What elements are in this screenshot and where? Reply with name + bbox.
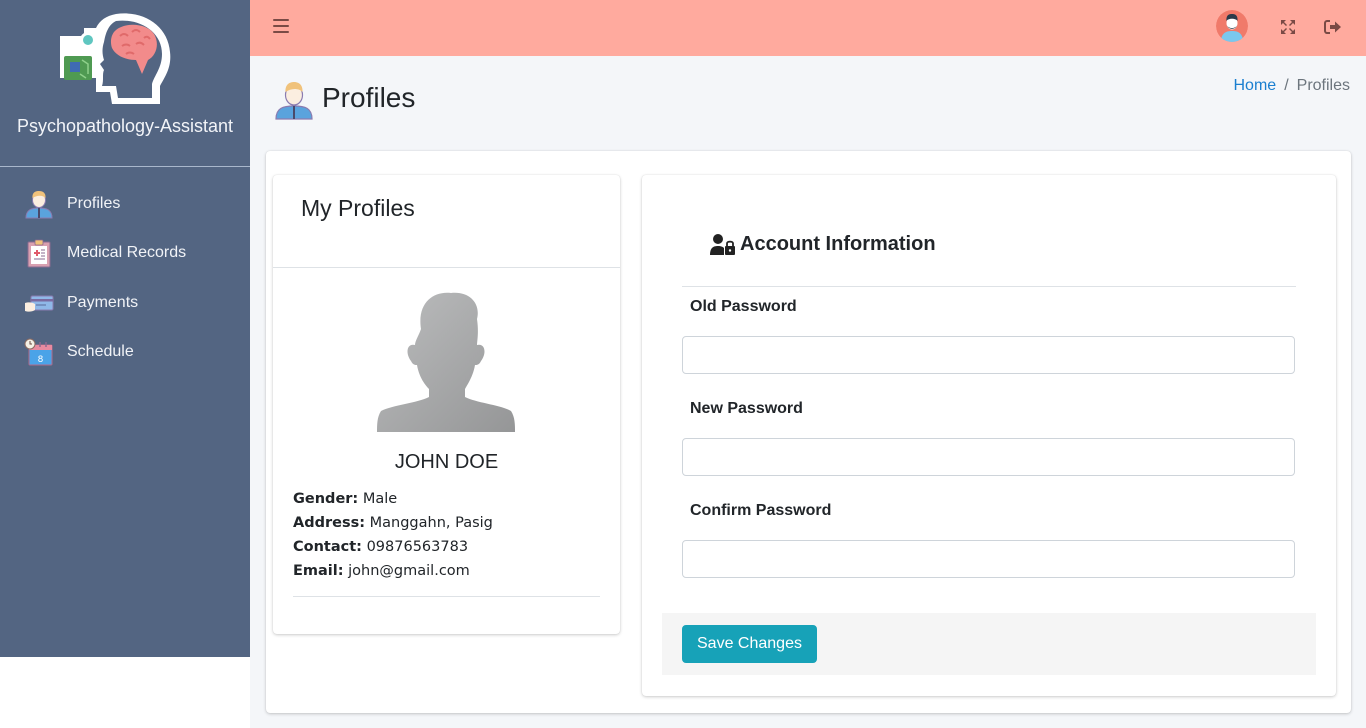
user-avatar-icon[interactable] bbox=[1216, 10, 1248, 42]
sign-out-icon[interactable] bbox=[1324, 19, 1342, 35]
brand[interactable]: Psychopathology-Assistant bbox=[0, 0, 250, 167]
brand-name: Psychopathology-Assistant bbox=[16, 116, 234, 136]
expand-icon[interactable] bbox=[1280, 19, 1296, 35]
clipboard-medical-icon bbox=[27, 239, 51, 268]
breadcrumb: Home / Profiles bbox=[1234, 77, 1351, 95]
profile-photo-placeholder bbox=[377, 292, 515, 432]
new-password-label: New Password bbox=[690, 400, 803, 417]
hamburger-icon[interactable] bbox=[273, 19, 289, 35]
breadcrumb-separator: / bbox=[1284, 77, 1289, 94]
old-password-input[interactable] bbox=[682, 336, 1295, 374]
detail-value: Manggahn, Pasig bbox=[369, 515, 493, 531]
topbar bbox=[250, 0, 1366, 56]
detail-value: Male bbox=[362, 491, 398, 507]
brain-head-logo-icon bbox=[60, 13, 171, 105]
svg-text:8: 8 bbox=[38, 355, 44, 365]
profile-settings-card: My Profiles JOHN DOE Gender: Male Addres… bbox=[266, 151, 1351, 713]
sidebar-item-payments[interactable]: Payments bbox=[0, 278, 250, 328]
save-changes-button[interactable]: Save Changes bbox=[682, 625, 817, 663]
sidebar-item-schedule[interactable]: 8 Schedule bbox=[0, 328, 250, 378]
my-profile-card: My Profiles JOHN DOE Gender: Male Addres… bbox=[273, 175, 620, 634]
page-title: Profiles bbox=[322, 82, 416, 113]
profile-detail-address: Address: Manggahn, Pasig bbox=[293, 511, 493, 535]
sidebar: Psychopathology-Assistant Profiles Medic… bbox=[0, 0, 250, 657]
sidebar-item-label: Schedule bbox=[67, 343, 134, 361]
user-profile-icon bbox=[275, 82, 313, 120]
sidebar-item-label: Profiles bbox=[67, 194, 121, 212]
credit-card-hand-icon bbox=[25, 295, 54, 312]
calendar-clock-icon: 8 bbox=[24, 338, 53, 366]
detail-value: john@gmail.com bbox=[348, 563, 470, 579]
confirm-password-input[interactable] bbox=[682, 540, 1295, 578]
new-password-input[interactable] bbox=[682, 438, 1295, 476]
card-footer: Save Changes bbox=[662, 613, 1316, 675]
profile-divider bbox=[293, 596, 600, 597]
profile-detail-email: Email: john@gmail.com bbox=[293, 559, 493, 583]
detail-label: Contact: bbox=[293, 539, 362, 555]
profile-card-header: My Profiles bbox=[273, 175, 620, 268]
sidebar-item-profiles[interactable]: Profiles bbox=[0, 179, 250, 229]
main-content: Profiles Home / Profiles My Profiles JOH… bbox=[250, 56, 1366, 728]
confirm-password-label: Confirm Password bbox=[690, 502, 832, 519]
old-password-label: Old Password bbox=[690, 298, 797, 315]
breadcrumb-current: Profiles bbox=[1296, 77, 1350, 94]
detail-label: Email: bbox=[293, 563, 344, 579]
sidebar-item-label: Payments bbox=[67, 293, 139, 311]
user-profile-icon bbox=[25, 190, 53, 219]
profile-card-title: My Profiles bbox=[301, 195, 415, 221]
detail-label: Address: bbox=[293, 515, 366, 531]
sidebar-item-medical-records[interactable]: Medical Records bbox=[0, 229, 250, 279]
profile-details: Gender: Male Address: Manggahn, Pasig Co… bbox=[293, 487, 493, 583]
account-title: Account Information bbox=[740, 233, 936, 255]
account-information-card: Account Information Old Password New Pas… bbox=[642, 175, 1336, 696]
account-header: Account Information bbox=[710, 233, 936, 256]
detail-label: Gender: bbox=[293, 491, 359, 507]
profile-detail-gender: Gender: Male bbox=[293, 487, 493, 511]
user-lock-icon bbox=[710, 233, 735, 255]
profile-detail-contact: Contact: 09876563783 bbox=[293, 535, 493, 559]
profile-name: JOHN DOE bbox=[394, 451, 499, 473]
account-divider bbox=[682, 286, 1296, 287]
sidebar-item-label: Medical Records bbox=[67, 244, 187, 262]
detail-value: 09876563783 bbox=[366, 539, 469, 555]
breadcrumb-home-link[interactable]: Home bbox=[1234, 77, 1277, 95]
sidebar-nav: Profiles Medical Records Payments 8 Sche… bbox=[0, 167, 250, 377]
